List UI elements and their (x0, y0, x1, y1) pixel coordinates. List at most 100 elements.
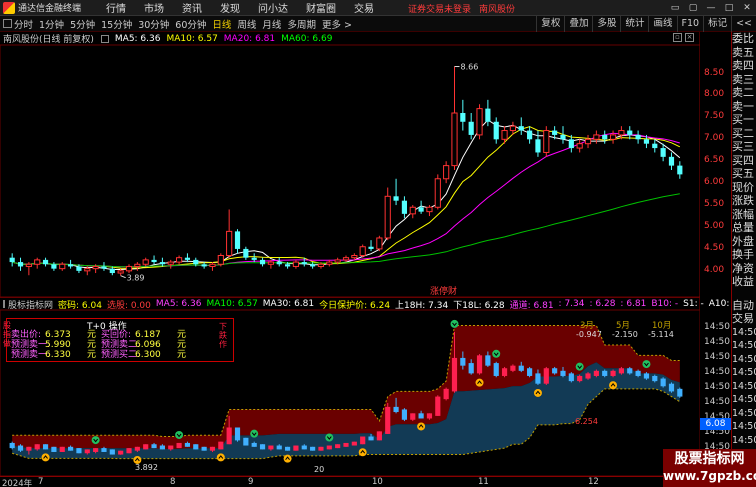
period-tab-4[interactable]: 30分钟 (138, 20, 169, 31)
ma20-value: MA20: 6.81 (223, 33, 276, 44)
indicator-note: 6.254 (575, 417, 598, 426)
stock-name-link[interactable]: 南风股份 (479, 5, 515, 15)
candle-body (618, 130, 625, 136)
indicator-bar (76, 448, 82, 454)
indicator-bar (360, 436, 366, 445)
period-tab-9[interactable]: 多周期 (287, 20, 316, 31)
candle-body (251, 257, 257, 260)
event-label[interactable]: 涨停财 (430, 285, 457, 297)
candle-body (668, 156, 675, 166)
settings-square-icon[interactable] (100, 34, 109, 43)
chart-minimize-icon[interactable]: ▫ (673, 33, 682, 42)
side-row-16[interactable]: 换手 (732, 248, 756, 262)
toolbar-button-6[interactable]: 标记 (703, 16, 731, 32)
indicator-bar (418, 413, 424, 419)
side-row-4[interactable]: 卖二 (732, 86, 756, 100)
side-row-18[interactable]: 收益 (732, 275, 756, 289)
chart-area[interactable]: 8.66 3.89 涨停财 3月 -0.947 5月 -2.150 10月 -5.114 6.25… (0, 32, 752, 476)
side-row-0[interactable]: 委比 (732, 32, 756, 46)
menu-item-3[interactable]: 发现 (220, 0, 240, 15)
side-row-13[interactable]: 涨幅 (732, 208, 756, 222)
period-tab-1[interactable]: 1分钟 (39, 20, 64, 31)
side-row-14[interactable]: 总量 (732, 221, 756, 235)
indicator-settings-icon[interactable] (3, 300, 5, 308)
candle-body (84, 268, 91, 272)
toolbar-button-7[interactable]: << (731, 16, 756, 32)
toolbar-button-2[interactable]: 多股 (592, 16, 620, 32)
indicator-bar (301, 445, 307, 450)
buy-signal-icon (533, 388, 542, 397)
window-button-icon-1[interactable]: ▢ (684, 3, 702, 13)
period-tab-10[interactable]: 更多 > (322, 20, 352, 31)
side-row-11[interactable]: 现价 (732, 181, 756, 195)
candle-body (68, 264, 74, 267)
window-button-icon-2[interactable]: — (702, 3, 720, 13)
sell-signal-icon (250, 429, 259, 438)
kline-chart[interactable]: 8.663.89涨停财3月-0.9475月-2.15010月-5.1146.25… (0, 32, 700, 476)
side-time-8: 14:50 (732, 407, 756, 419)
candle-body (317, 263, 325, 267)
sell-signal-icon (575, 362, 584, 371)
indicator-bar (618, 368, 624, 374)
candle-body (485, 108, 491, 122)
ma5-value: MA5: 6.36 (114, 33, 161, 44)
period-tab-2[interactable]: 5分钟 (70, 20, 95, 31)
side-row-8[interactable]: 买三 (732, 140, 756, 154)
indicator-bar (476, 355, 483, 374)
menu-item-0[interactable]: 行情 (106, 0, 126, 15)
menu-item-1[interactable]: 市场 (144, 0, 164, 15)
indicator-bar (293, 445, 299, 451)
toolbar-button-4[interactable]: 画线 (648, 16, 676, 32)
candle-body (59, 263, 66, 270)
indicator-bar (26, 446, 32, 451)
login-status-text[interactable]: 证券交易未登录 (408, 5, 471, 15)
menu-item-6[interactable]: 交易 (354, 0, 374, 15)
toolbar-button-5[interactable]: F10 (676, 16, 704, 32)
chart-close-icon[interactable]: × (685, 33, 694, 42)
date-tick-0: 2024年 (2, 479, 33, 487)
candle-body (501, 130, 508, 140)
indicator-bar (109, 449, 115, 455)
t0-cell: 5.990 (45, 340, 71, 350)
side-row-9[interactable]: 买四 (732, 154, 756, 168)
indicator-name[interactable]: 股标指标网 (8, 298, 53, 311)
side-row-17[interactable]: 净资 (732, 262, 756, 276)
date-tick-1: 7 (38, 477, 44, 487)
toolbar-button-1[interactable]: 叠加 (564, 16, 592, 32)
period-tab-5[interactable]: 60分钟 (175, 20, 206, 31)
indicator-value-7: 下18L: 6.28 (453, 300, 505, 311)
layout-toggle-icon[interactable] (3, 19, 12, 28)
window-button-icon-3[interactable]: □ (720, 3, 738, 13)
period-tab-6[interactable]: 日线 (212, 20, 231, 31)
indicator-bar (243, 437, 249, 446)
window-button-icon-4[interactable]: ✕ (738, 3, 756, 13)
indicator-mid-note: 20 (314, 465, 324, 474)
side-row-15[interactable]: 外盘 (732, 235, 756, 249)
side-row-10[interactable]: 买五 (732, 167, 756, 181)
side-row-5[interactable]: 卖一 (732, 100, 756, 114)
toolbar-button-0[interactable]: 复权 (536, 16, 564, 32)
menu-item-5[interactable]: 财富圈 (306, 0, 336, 15)
period-tab-3[interactable]: 15分钟 (101, 20, 132, 31)
period-tab-0[interactable]: 分时 (14, 20, 33, 31)
buy-signal-icon (283, 454, 292, 463)
side-row-1[interactable]: 卖五 (732, 46, 756, 60)
side-row-6[interactable]: 买一 (732, 113, 756, 127)
side-row-7[interactable]: 买二 (732, 127, 756, 141)
candle-body (234, 231, 241, 249)
quote-side-panel[interactable]: 委比 卖五 卖四 卖三 卖二 卖一 买一 买二 买三 买四 买五 现价 涨跌 涨幅 总量 外盘 换手 净资 收益 自动… (731, 32, 756, 476)
watermark: 股票指标网 www.7gpzb.com (663, 449, 756, 487)
side-row-12[interactable]: 涨跌 (732, 194, 756, 208)
menu-item-4[interactable]: 问小达 (258, 0, 288, 15)
login-notice[interactable]: 证券交易未登录 南风股份 (408, 2, 515, 15)
period-tab-7[interactable]: 周线 (237, 20, 256, 31)
indicator-bar (59, 446, 65, 452)
candle-body (342, 257, 350, 261)
period-tab-8[interactable]: 月线 (262, 20, 281, 31)
indicator-bar (351, 441, 357, 446)
side-row-2[interactable]: 卖四 (732, 59, 756, 73)
window-button-icon-0[interactable]: ▭ (666, 3, 684, 13)
toolbar-button-3[interactable]: 统计 (620, 16, 648, 32)
menu-item-2[interactable]: 资讯 (182, 0, 202, 15)
side-row-3[interactable]: 卖三 (732, 73, 756, 87)
